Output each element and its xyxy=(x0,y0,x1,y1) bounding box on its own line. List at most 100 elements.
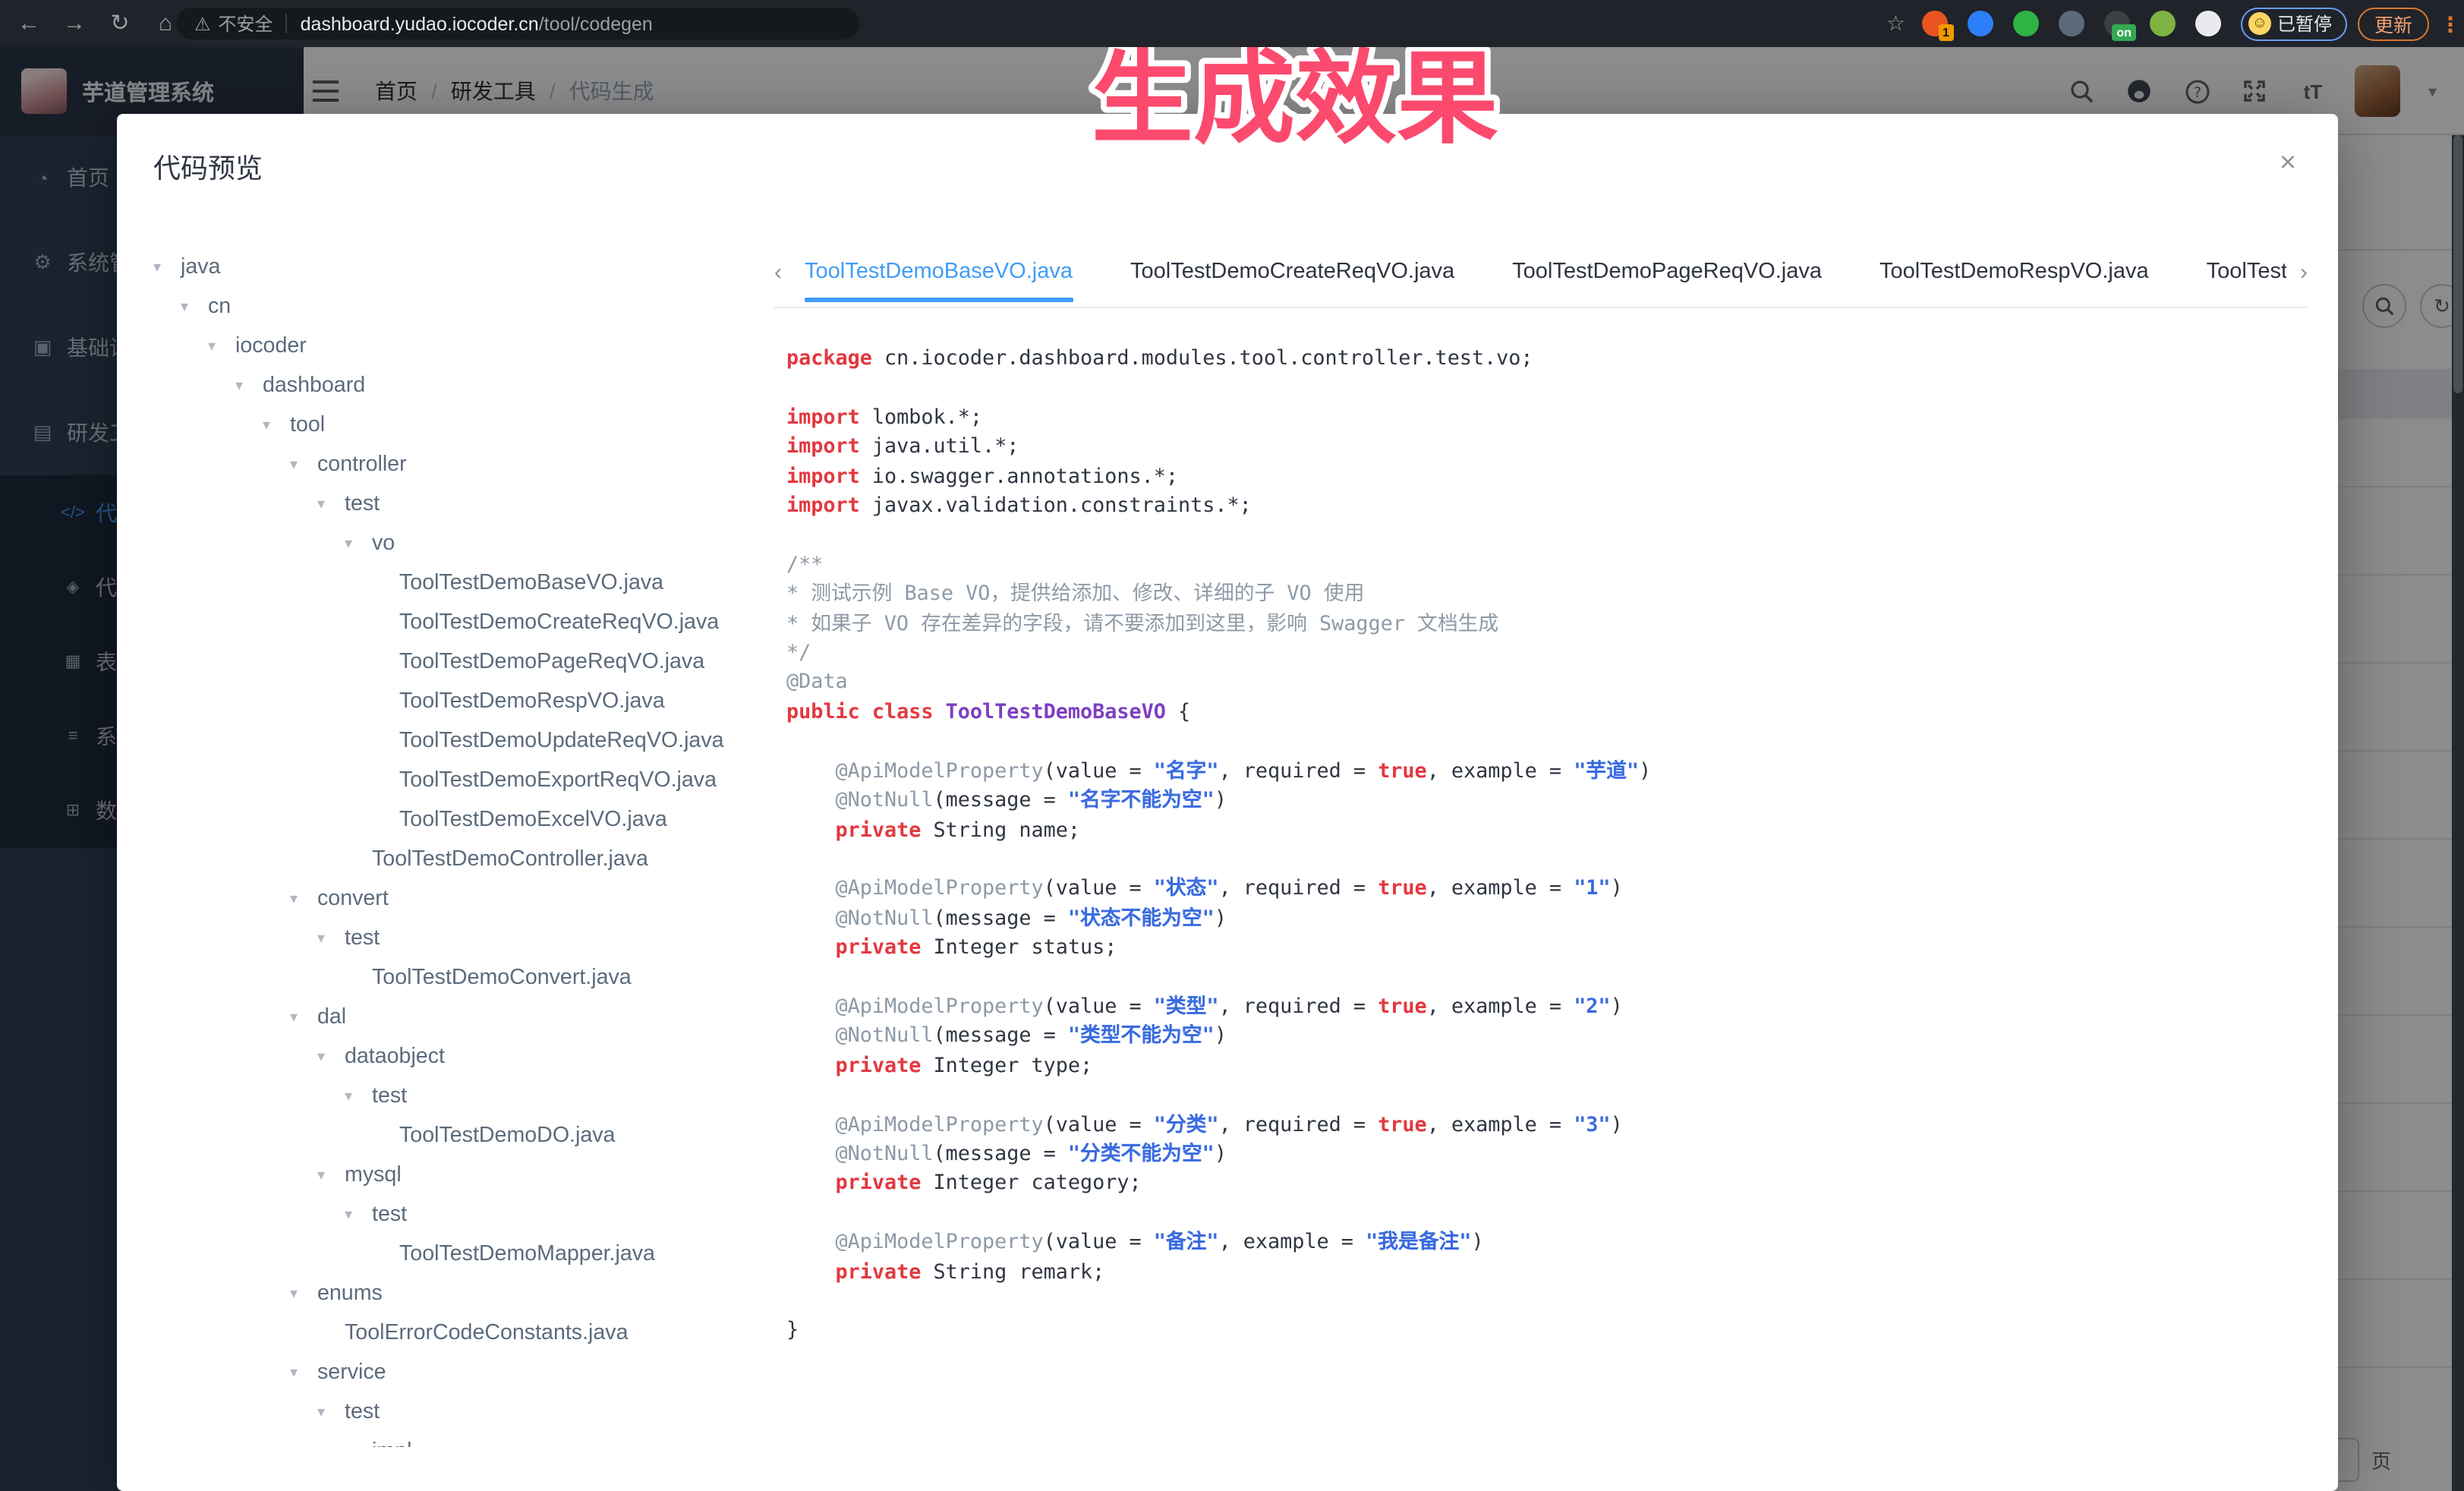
browser-back-icon[interactable]: ← xyxy=(12,7,46,40)
update-label: 更新 xyxy=(2374,9,2412,38)
tree-folder-dal[interactable]: ▾dal xyxy=(153,998,761,1037)
caret-down-icon[interactable]: ▾ xyxy=(317,496,345,512)
ext-dark-lines[interactable]: on xyxy=(2104,11,2130,36)
code-line: @ApiModelProperty(value = "名字", required… xyxy=(786,760,1651,783)
tree-folder-enums[interactable]: ▾enums xyxy=(153,1274,761,1313)
tree-node-label: controller xyxy=(317,452,407,477)
ext-green-circle[interactable] xyxy=(2013,11,2039,36)
caret-down-icon[interactable]: ▾ xyxy=(235,377,263,394)
tree-node-label: ToolTestDemoPageReqVO.java xyxy=(399,650,704,674)
address-bar[interactable]: ⚠ 不安全 dashboard.yudao.iocoder.cn/tool/co… xyxy=(176,8,859,39)
tree-folder-service[interactable]: ▾service xyxy=(153,1353,761,1392)
tree-node-label: ToolTestDemoDO.java xyxy=(399,1124,615,1148)
browser-forward-icon[interactable]: → xyxy=(58,7,91,40)
caret-down-icon[interactable]: ▾ xyxy=(263,417,290,433)
tree-file-ToolTestDemoExportReqVO.java[interactable]: ToolTestDemoExportReqVO.java xyxy=(153,761,761,800)
tree-folder-test[interactable]: ▾test xyxy=(153,919,761,958)
tab-ToolTestDemoBaseVO.java[interactable]: ToolTestDemoBaseVO.java xyxy=(805,260,1073,302)
code-line: import lombok.*; xyxy=(786,407,982,430)
caret-down-icon[interactable]: ▾ xyxy=(345,1206,372,1223)
caret-down-icon[interactable]: ▾ xyxy=(290,456,317,473)
tree-folder-dataobject[interactable]: ▾dataobject xyxy=(153,1037,761,1076)
tab-ToolTestDemoPageReqVO.java[interactable]: ToolTestDemoPageReqVO.java xyxy=(1512,260,1822,302)
tree-folder-mysql[interactable]: ▾mysql xyxy=(153,1155,761,1195)
caret-down-icon[interactable]: ▾ xyxy=(317,1048,345,1065)
address-divider xyxy=(285,14,287,33)
tree-node-label: ToolTestDemoUpdateReqVO.java xyxy=(399,729,724,753)
tree-folder-test[interactable]: ▾test xyxy=(153,484,761,524)
caret-down-icon[interactable]: ▾ xyxy=(317,930,345,947)
tree-node-label: ToolTestDemoExportReqVO.java xyxy=(399,768,717,793)
page-scrollbar[interactable] xyxy=(2452,135,2464,1491)
tree-file-ToolTestDemoCreateReqVO.java[interactable]: ToolTestDemoCreateReqVO.java xyxy=(153,603,761,642)
browser-menu-icon[interactable]: ⋮ xyxy=(2440,16,2455,31)
tabs-scroll-right-icon[interactable]: › xyxy=(2300,260,2308,285)
code-line: private Integer category; xyxy=(786,1173,1142,1196)
caret-down-icon[interactable]: ▾ xyxy=(345,535,372,552)
browser-toolbar: ← → ↻ ⌂ ⚠ 不安全 dashboard.yudao.iocoder.cn… xyxy=(0,0,2464,47)
tree-folder-controller[interactable]: ▾controller xyxy=(153,445,761,484)
tree-folder-test[interactable]: ▾test xyxy=(153,1195,761,1234)
tree-file-ToolTestDemoPageReqVO.java[interactable]: ToolTestDemoPageReqVO.java xyxy=(153,642,761,682)
caret-down-icon[interactable]: ▾ xyxy=(208,338,235,355)
tree-file-ToolTestDemoRespVO.java[interactable]: ToolTestDemoRespVO.java xyxy=(153,682,761,721)
code-line: import java.util.*; xyxy=(786,436,1019,459)
caret-down-icon[interactable]: ▾ xyxy=(290,1285,317,1302)
tree-node-label: ToolTestDemoMapper.java xyxy=(399,1242,655,1266)
tree-folder-java[interactable]: ▾java xyxy=(153,247,761,287)
app-window: 芋道管理系统 首页 / 研发工具 / 代码生成 ? xyxy=(0,47,2464,1491)
code-pane[interactable]: package cn.iocoder.dashboard.modules.too… xyxy=(786,345,2305,1468)
tree-node-label: test xyxy=(372,1203,407,1227)
browser-update-button[interactable]: 更新 xyxy=(2358,7,2429,40)
ext-puzzle[interactable] xyxy=(2195,11,2221,36)
code-line: import javax.validation.constraints.*; xyxy=(786,495,1252,518)
tree-folder-tool[interactable]: ▾tool xyxy=(153,405,761,445)
tree-node-label: service xyxy=(317,1360,386,1385)
tree-file-ToolTestDemoDO.java[interactable]: ToolTestDemoDO.java xyxy=(153,1116,761,1155)
tree-file-ToolTestDemoController.java[interactable]: ToolTestDemoController.java xyxy=(153,840,761,879)
caret-down-icon[interactable]: ▾ xyxy=(181,298,208,315)
tree-folder-dashboard[interactable]: ▾dashboard xyxy=(153,366,761,405)
tree-folder-test[interactable]: ▾test xyxy=(153,1392,761,1432)
caret-down-icon[interactable]: ▾ xyxy=(317,1404,345,1420)
close-icon[interactable]: × xyxy=(2271,147,2305,181)
tree-file-ToolTestDemoExcelVO.java[interactable]: ToolTestDemoExcelVO.java xyxy=(153,800,761,840)
caret-down-icon[interactable]: ▾ xyxy=(345,1088,372,1105)
browser-profile-chip[interactable]: ☺ 已暂停 xyxy=(2241,7,2347,40)
caret-down-icon[interactable]: ▾ xyxy=(153,259,181,276)
tab-ToolTestDemoCreateReqVO.java[interactable]: ToolTestDemoCreateReqVO.java xyxy=(1130,260,1454,302)
code-line: */ xyxy=(786,642,811,665)
tree-folder-impl[interactable]: ▾impl xyxy=(153,1432,761,1447)
tabs-scroll-left-icon[interactable]: ‹ xyxy=(774,260,782,285)
ext-green-plant[interactable] xyxy=(2150,11,2176,36)
tree-file-ToolTestDemoConvert.java[interactable]: ToolTestDemoConvert.java xyxy=(153,958,761,998)
tab-ToolTestDemoRespVO.java[interactable]: ToolTestDemoRespVO.java xyxy=(1880,260,2149,302)
tree-node-label: cn xyxy=(208,295,231,319)
tree-folder-cn[interactable]: ▾cn xyxy=(153,287,761,326)
tab-ToolTestDemoUpdateReqVO.java[interactable]: ToolTestDemoUpdateReqVO.java xyxy=(2207,260,2286,302)
caret-down-icon[interactable]: ▾ xyxy=(290,1009,317,1026)
tree-file-ToolTestDemoMapper.java[interactable]: ToolTestDemoMapper.java xyxy=(153,1234,761,1274)
ext-blue-drop[interactable] xyxy=(1968,11,1993,36)
tree-folder-convert[interactable]: ▾convert xyxy=(153,879,761,919)
browser-reload-icon[interactable]: ↻ xyxy=(103,7,137,40)
profile-emoji-icon: ☺ xyxy=(2248,12,2271,35)
tree-folder-test[interactable]: ▾test xyxy=(153,1076,761,1116)
tree-node-label: test xyxy=(345,926,380,950)
tree-file-ToolTestDemoUpdateReqVO.java[interactable]: ToolTestDemoUpdateReqVO.java xyxy=(153,721,761,761)
tree-folder-iocoder[interactable]: ▾iocoder xyxy=(153,326,761,366)
tree-file-ToolErrorCodeConstants.java[interactable]: ToolErrorCodeConstants.java xyxy=(153,1313,761,1353)
tree-file-ToolTestDemoBaseVO.java[interactable]: ToolTestDemoBaseVO.java xyxy=(153,563,761,603)
caret-down-icon[interactable]: ▾ xyxy=(345,1443,372,1447)
caret-down-icon[interactable]: ▾ xyxy=(290,1364,317,1381)
caret-down-icon[interactable]: ▾ xyxy=(290,891,317,907)
ext-grid-diamond[interactable] xyxy=(2059,11,2084,36)
code-line: } xyxy=(786,1320,799,1343)
ext-orange-circle[interactable]: 1 xyxy=(1922,11,1948,36)
code-line: @ApiModelProperty(value = "备注", example … xyxy=(786,1231,1484,1254)
caret-down-icon[interactable]: ▾ xyxy=(317,1167,345,1184)
tree-node-label: dataobject xyxy=(345,1045,445,1069)
bookmark-star-icon[interactable]: ☆ xyxy=(1886,11,1905,36)
tree-folder-vo[interactable]: ▾vo xyxy=(153,524,761,563)
code-line: @ApiModelProperty(value = "类型", required… xyxy=(786,996,1623,1019)
